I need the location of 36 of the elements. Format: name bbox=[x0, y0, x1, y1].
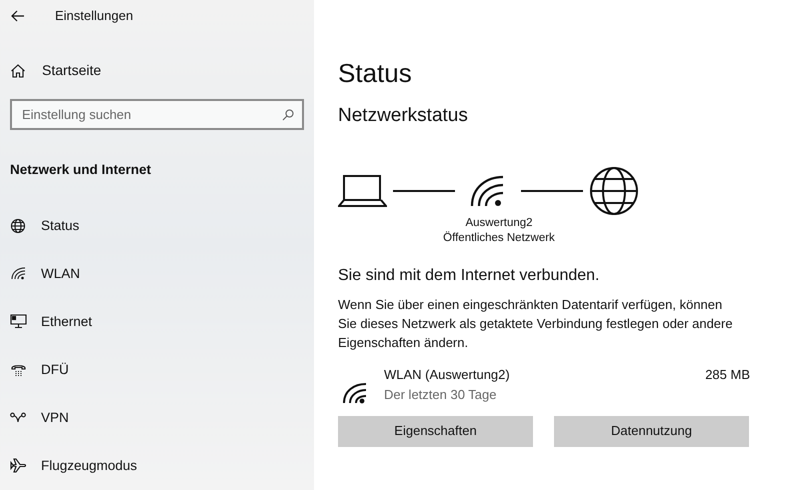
wifi-icon bbox=[10, 267, 26, 280]
connector-line bbox=[521, 190, 583, 192]
nav-item[interactable]: Flugzeugmodus bbox=[0, 442, 314, 490]
search-icon[interactable] bbox=[282, 108, 294, 121]
laptop-icon bbox=[338, 174, 387, 206]
wifi-icon bbox=[469, 174, 505, 206]
wifi-icon bbox=[342, 382, 368, 404]
action-button[interactable]: Datennutzung bbox=[554, 416, 749, 446]
section-heading: Netzwerkstatus bbox=[338, 104, 469, 128]
section-heading: Netzwerk und Internet bbox=[10, 160, 152, 179]
connector-line bbox=[393, 190, 455, 192]
globe-icon bbox=[10, 218, 26, 234]
home-link[interactable]: Startseite bbox=[0, 56, 314, 85]
nav-item[interactable]: WLAN bbox=[0, 250, 314, 298]
nav-item[interactable]: VPN bbox=[0, 394, 314, 442]
nav-item[interactable]: Status bbox=[0, 202, 314, 250]
action-button[interactable]: Eigenschaften bbox=[338, 416, 533, 446]
network-name: Auswertung2 bbox=[465, 216, 533, 230]
nav-item[interactable]: Ethernet bbox=[0, 298, 314, 346]
nav-item[interactable]: DFÜ bbox=[0, 346, 314, 394]
window-title: Einstellungen bbox=[55, 7, 134, 26]
globe-icon bbox=[589, 166, 639, 216]
search-field[interactable]: Einstellung suchen bbox=[10, 98, 304, 130]
network-type: Öffentliches Netzwerk bbox=[443, 230, 555, 246]
vpn-icon bbox=[10, 412, 26, 424]
monitor-icon bbox=[10, 314, 26, 330]
data-usage: 285 MB bbox=[705, 366, 750, 384]
phone-icon bbox=[10, 362, 26, 377]
usage-period: Der letzten 30 Tage bbox=[384, 386, 498, 404]
home-icon bbox=[10, 62, 26, 78]
back-icon[interactable] bbox=[11, 10, 25, 22]
info-text: Wenn Sie über einen eingeschränkten Datentarif verfügen, können Sie dieses Netzwerk als getaktete Verbindung festlegen oder andere Eigenschaften ändern. bbox=[338, 296, 734, 352]
connection-name: WLAN (Auswertung2) bbox=[384, 366, 511, 384]
connection-message: Sie sind mit dem Internet verbunden. bbox=[338, 266, 600, 286]
page-title: Status bbox=[338, 57, 413, 90]
airplane-icon bbox=[10, 458, 26, 474]
